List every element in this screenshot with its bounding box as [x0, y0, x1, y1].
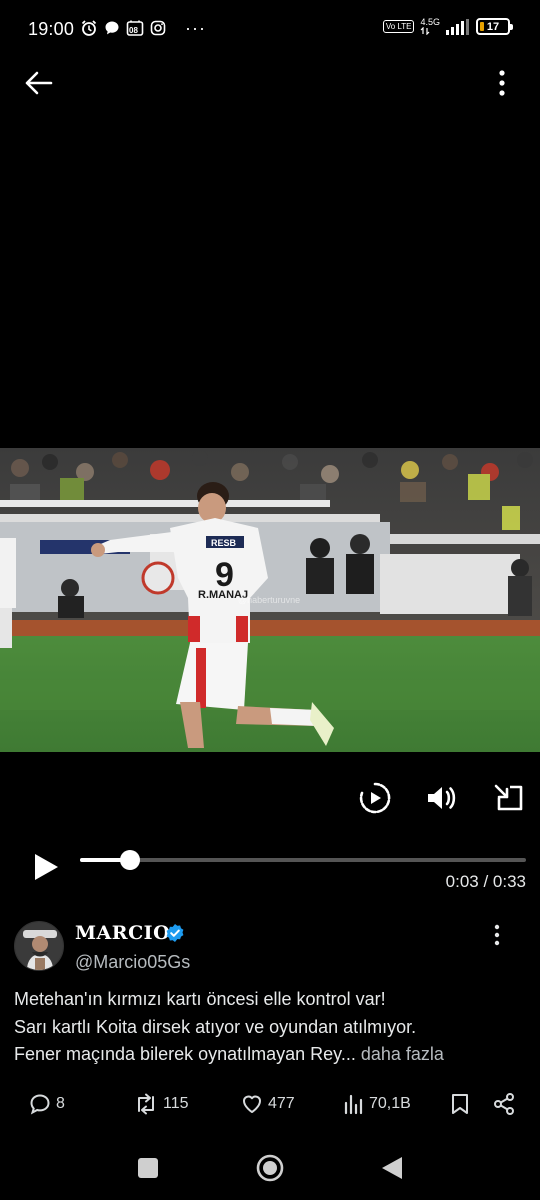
- network-indicator: 4.5G: [420, 18, 440, 35]
- more-vertical-icon: [494, 924, 500, 946]
- video-controls-row: [0, 780, 540, 820]
- bookmark-icon: [452, 1094, 468, 1114]
- views-icon: [344, 1094, 363, 1115]
- status-notification-icons: 08: [80, 19, 166, 37]
- tweet-text-line: Fener maçında bilerek oynatılmayan Rey..…: [14, 1044, 356, 1064]
- notification-badge: 08: [129, 26, 138, 35]
- battery-level: 17: [486, 20, 500, 33]
- more-notifications-indicator: ···: [185, 18, 206, 38]
- time-readout: 0:03 / 0:33: [446, 872, 526, 892]
- tweet-more-button[interactable]: [492, 923, 502, 947]
- current-time: 0:03: [445, 872, 479, 891]
- signal-strength-icon: [446, 18, 469, 35]
- like-count: 477: [268, 1095, 295, 1112]
- show-more-link[interactable]: daha fazla: [361, 1044, 444, 1064]
- volume-button[interactable]: [423, 780, 459, 816]
- status-bar: 19:00 08 ··· Vo LTE 4.5G 17: [0, 0, 540, 60]
- views-count: 70,1B: [369, 1095, 411, 1112]
- progress-knob[interactable]: [119, 850, 140, 870]
- play-button[interactable]: [30, 850, 64, 884]
- circle-home-icon: [256, 1154, 284, 1182]
- tweet-text-line-last: Fener maçında bilerek oynatılmayan Rey..…: [14, 1041, 530, 1069]
- data-arrows-icon: [421, 27, 430, 35]
- triangle-back-icon: [382, 1157, 402, 1179]
- author-name[interactable]: MARCIO: [75, 922, 170, 944]
- bookmark-button[interactable]: [449, 1088, 471, 1120]
- jersey-sponsor: RESB: [211, 538, 237, 548]
- replay-icon: [359, 782, 391, 814]
- exit-fullscreen-icon: [494, 784, 523, 811]
- status-system-icons: Vo LTE 4.5G 17: [382, 18, 513, 35]
- tweet-text-line: Metehan'ın kırmızı kartı öncesi elle kon…: [14, 989, 386, 1009]
- back-arrow-icon: [25, 71, 53, 95]
- video-frame[interactable]: RESB 9 R.MANAJ @haberturuvne: [0, 448, 540, 752]
- battery-indicator: 17: [476, 18, 513, 35]
- tweet-text-line: Sarı kartlı Koita dirsek atıyor ve oyund…: [14, 1016, 417, 1037]
- tweet-action-bar: 8 115 477 70,1B: [0, 1088, 540, 1122]
- alarm-icon: [81, 20, 97, 36]
- share-button[interactable]: [492, 1088, 516, 1120]
- heart-icon: [243, 1095, 261, 1113]
- instagram-icon: [150, 20, 166, 36]
- repost-icon: [138, 1093, 154, 1115]
- reply-count: 8: [56, 1095, 65, 1112]
- system-navigation-bar: [0, 1140, 540, 1200]
- volume-icon: [428, 787, 456, 809]
- video-watermark: @haberturuvne: [238, 595, 300, 605]
- tweet-text: Metehan'ın kırmızı kartı öncesi elle kon…: [14, 986, 530, 1069]
- square-icon: [138, 1158, 158, 1178]
- share-icon: [494, 1093, 514, 1115]
- duration: 0:33: [492, 872, 526, 891]
- replay-button[interactable]: [357, 780, 393, 816]
- progress-scrubber[interactable]: [80, 850, 526, 870]
- nav-back-button[interactable]: [376, 1152, 408, 1184]
- like-button[interactable]: 477: [240, 1088, 295, 1120]
- avatar[interactable]: [14, 921, 64, 971]
- repost-button[interactable]: 115: [133, 1088, 189, 1120]
- top-bar: [0, 60, 540, 106]
- more-vertical-icon: [499, 70, 505, 96]
- more-options-button[interactable]: [490, 68, 514, 98]
- playback-bar: 0:03 / 0:33: [0, 840, 540, 900]
- home-button[interactable]: [254, 1152, 286, 1184]
- reply-icon: [30, 1094, 50, 1115]
- play-icon: [35, 854, 58, 880]
- news-app-icon: 08: [126, 19, 144, 37]
- avatar-image: [15, 922, 63, 970]
- author-handle[interactable]: @Marcio05Gs: [75, 952, 190, 973]
- status-time: 19:00: [28, 19, 75, 39]
- recents-button[interactable]: [132, 1152, 164, 1184]
- repost-count: 115: [163, 1095, 189, 1112]
- views-button[interactable]: 70,1B: [343, 1088, 411, 1120]
- chat-bubble-icon: [105, 21, 119, 35]
- exit-fullscreen-button[interactable]: [490, 780, 526, 816]
- verified-badge-icon: [166, 924, 184, 942]
- reply-button[interactable]: 8: [28, 1088, 65, 1120]
- volte-badge: Vo LTE: [382, 20, 415, 33]
- network-type-label: 4.5G: [420, 17, 440, 27]
- back-button[interactable]: [22, 68, 56, 98]
- time-separator: /: [478, 872, 493, 891]
- tweet-header: MARCIO @Marcio05Gs: [0, 918, 540, 978]
- video-still: RESB 9 R.MANAJ @haberturuvne: [0, 448, 540, 752]
- battery-fill: [480, 22, 485, 31]
